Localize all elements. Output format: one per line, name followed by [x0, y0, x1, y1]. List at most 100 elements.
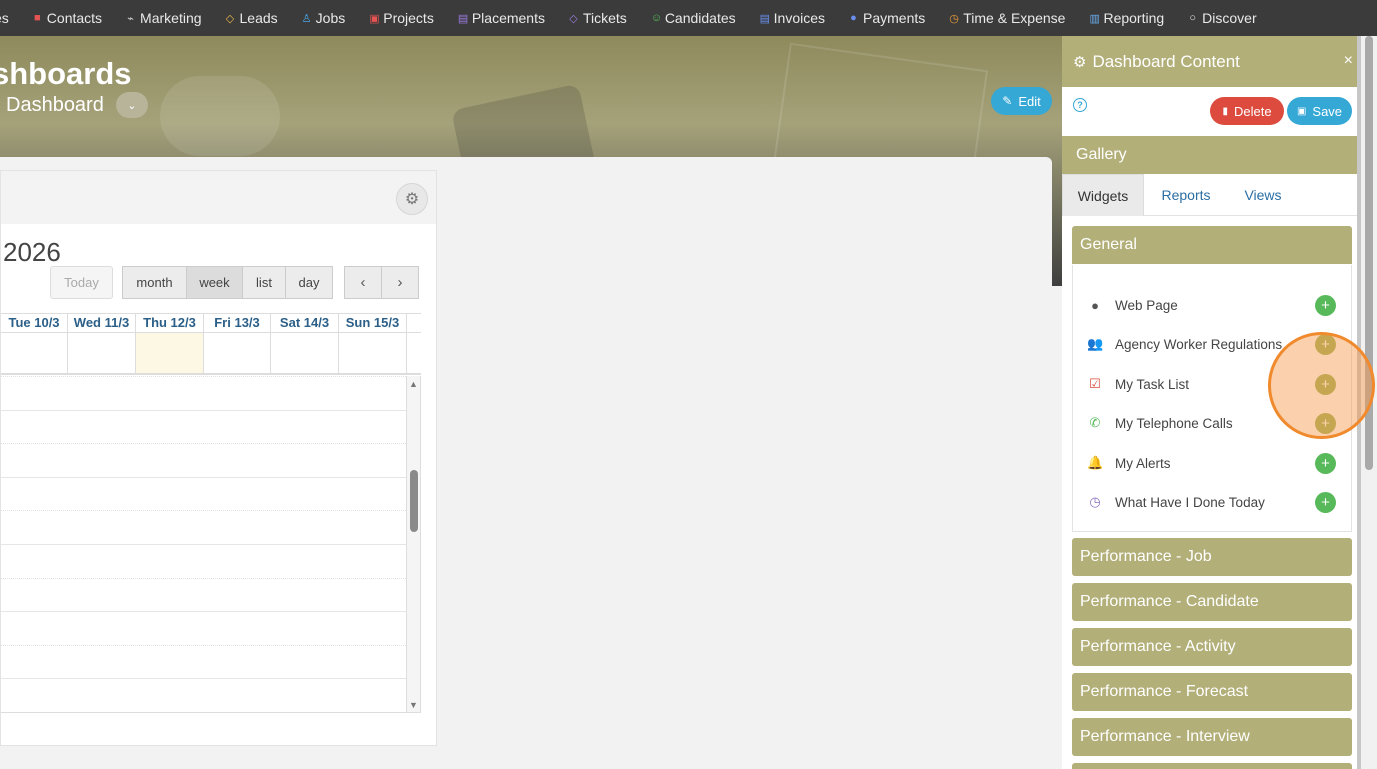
widget-item-label: My Task List	[1115, 376, 1190, 392]
view-list-button[interactable]: list	[242, 266, 286, 299]
nav-item-label: Time & Expense	[963, 10, 1066, 26]
dashboard-content-panel: ⚙ Dashboard Content × ? ▮ Delete ▣ Save …	[1062, 36, 1357, 769]
today-button[interactable]: Today	[50, 266, 113, 299]
nav-item-reporting[interactable]: ▥ Reporting	[1089, 10, 1164, 26]
day-header: Sat 14/3	[271, 314, 339, 333]
time-slot-row	[1, 443, 406, 445]
calendar-view-switcher: month week list day	[122, 266, 333, 299]
floppy-disk-icon: ▣	[1296, 105, 1307, 117]
view-day-button[interactable]: day	[285, 266, 333, 299]
tab-reports[interactable]: Reports	[1144, 174, 1228, 216]
nav-item-time-expense[interactable]: ◷ Time & Expense	[949, 10, 1065, 26]
time-slot-row	[1, 577, 406, 579]
widget-item-label: My Telephone Calls	[1115, 415, 1233, 431]
add-widget-button[interactable]: +	[1315, 373, 1336, 395]
nav-item-contacts[interactable]: ■ Contacts	[33, 10, 102, 26]
nav-item-label: Invoices	[773, 10, 825, 26]
nav-item-label: Tickets	[582, 10, 627, 26]
page-scrollbar-thumb[interactable]	[1365, 36, 1373, 470]
nav-item-jobs[interactable]: ♙ Jobs	[302, 10, 346, 26]
nav-item-label: Contacts	[46, 10, 103, 26]
payments-icon: ●	[850, 12, 857, 24]
search-icon: ○	[1189, 12, 1196, 24]
all-day-cell[interactable]	[136, 333, 204, 373]
nav-item-label: Payments	[863, 10, 926, 26]
save-button-label: Save	[1312, 103, 1343, 119]
dashboard-dropdown-toggle[interactable]: ⌄	[115, 92, 148, 118]
checkbox-icon: ☑	[1089, 376, 1101, 391]
nav-item-label: Reporting	[1103, 10, 1165, 26]
trophy-icon: ♙	[301, 12, 312, 25]
scrollbar-thumb[interactable]	[410, 470, 418, 532]
page-title: shboards	[0, 56, 132, 91]
view-week-button[interactable]: week	[186, 266, 243, 299]
general-widget-list: ● Web Page + 👥 Agency Worker Regulations + ☑ My…	[1072, 265, 1352, 532]
help-icon[interactable]: ?	[1073, 98, 1087, 112]
nav-item-candidates[interactable]: ☺ Candidates	[651, 10, 736, 26]
delete-button-label: Delete	[1233, 103, 1272, 119]
add-widget-button[interactable]: +	[1315, 412, 1336, 434]
time-slot-grid[interactable]	[1, 376, 406, 712]
tab-widgets[interactable]: Widgets	[1062, 174, 1144, 216]
widget-item-agency-worker-regulations: 👥 Agency Worker Regulations +	[1073, 329, 1351, 359]
nav-item-label: Candidates	[664, 10, 736, 26]
person-icon: ☺	[650, 12, 663, 24]
nav-item-label: Projects	[383, 10, 434, 26]
all-day-cell[interactable]	[1, 333, 68, 373]
nav-item-label: Placements	[471, 10, 545, 26]
tab-views[interactable]: Views	[1228, 174, 1298, 216]
nav-item-label: Discover	[1202, 10, 1257, 26]
general-section-header[interactable]: General	[1072, 226, 1352, 264]
nav-item-tickets[interactable]: ◇ Tickets	[569, 10, 627, 26]
next-week-button[interactable]: ›	[381, 266, 419, 299]
nav-item-leads[interactable]: ◇ Leads	[226, 10, 278, 26]
nav-item-payments[interactable]: ● Payments	[849, 10, 925, 26]
edit-dashboard-button[interactable]: ✎ Edit	[991, 87, 1052, 115]
scroll-down-arrow-icon[interactable]: ▼	[409, 700, 418, 710]
section-header-performance-forecast[interactable]: Performance - Forecast	[1072, 673, 1352, 711]
nav-item-label: Jobs	[315, 10, 346, 26]
all-day-row	[1, 333, 421, 375]
nav-item-invoices[interactable]: ▤ Invoices	[760, 10, 825, 26]
delete-button[interactable]: ▮ Delete	[1210, 97, 1284, 125]
section-header-performance-job[interactable]: Performance - Job	[1072, 538, 1352, 576]
users-icon: 👥	[1087, 336, 1104, 351]
nav-item-discover[interactable]: ○ Discover	[1188, 10, 1256, 26]
section-header-performance-candidate[interactable]: Performance - Candidate	[1072, 583, 1352, 621]
section-header-performance-activity[interactable]: Performance - Activity	[1072, 628, 1352, 666]
add-widget-button[interactable]: +	[1315, 294, 1336, 316]
scroll-up-arrow-icon[interactable]: ▲	[409, 379, 418, 389]
previous-week-button[interactable]: ‹	[344, 266, 382, 299]
briefcase-icon: ▤	[457, 12, 469, 25]
day-header: Thu 12/3	[136, 314, 204, 333]
nav-item-marketing[interactable]: ⌁ Marketing	[126, 10, 201, 26]
calendar-scrollbar[interactable]: ▲ ▼	[406, 376, 421, 712]
nav-item-placements[interactable]: ▤ Placements	[458, 10, 545, 26]
bell-icon: 🔔	[1087, 455, 1104, 470]
widget-header: ⚙	[1, 171, 436, 224]
view-month-button[interactable]: month	[122, 266, 187, 299]
add-widget-button[interactable]: +	[1315, 452, 1336, 474]
all-day-cell[interactable]	[271, 333, 339, 373]
save-button[interactable]: ▣ Save	[1287, 97, 1352, 125]
all-day-cell[interactable]	[339, 333, 407, 373]
nav-item-projects[interactable]: ▣ Projects	[369, 10, 434, 26]
close-icon[interactable]: ×	[1344, 52, 1353, 70]
section-header-performance-interview[interactable]: Performance - Interview	[1072, 718, 1352, 756]
edit-button-label: Edit	[1018, 93, 1041, 109]
widget-item-my-alerts: 🔔 My Alerts +	[1073, 448, 1351, 478]
add-widget-button[interactable]: +	[1315, 491, 1336, 513]
bar-chart-icon: ▥	[1089, 12, 1100, 25]
widget-settings-button[interactable]: ⚙	[396, 183, 428, 215]
add-widget-button[interactable]: +	[1315, 333, 1336, 355]
day-header: Fri 13/3	[204, 314, 271, 333]
time-slot-row	[1, 678, 406, 680]
calendar-widget: ⚙ 2026 Today month week list day ‹ › Tue 10…	[0, 170, 437, 746]
all-day-cell[interactable]	[204, 333, 271, 373]
chevron-left-icon: ‹	[360, 274, 366, 291]
section-header-partial[interactable]	[1072, 763, 1352, 769]
all-day-cell[interactable]	[68, 333, 136, 373]
nav-item-es[interactable]: es	[0, 10, 9, 26]
page-scrollbar[interactable]	[1357, 36, 1377, 769]
dashboard-name: Dashboard	[6, 93, 104, 116]
